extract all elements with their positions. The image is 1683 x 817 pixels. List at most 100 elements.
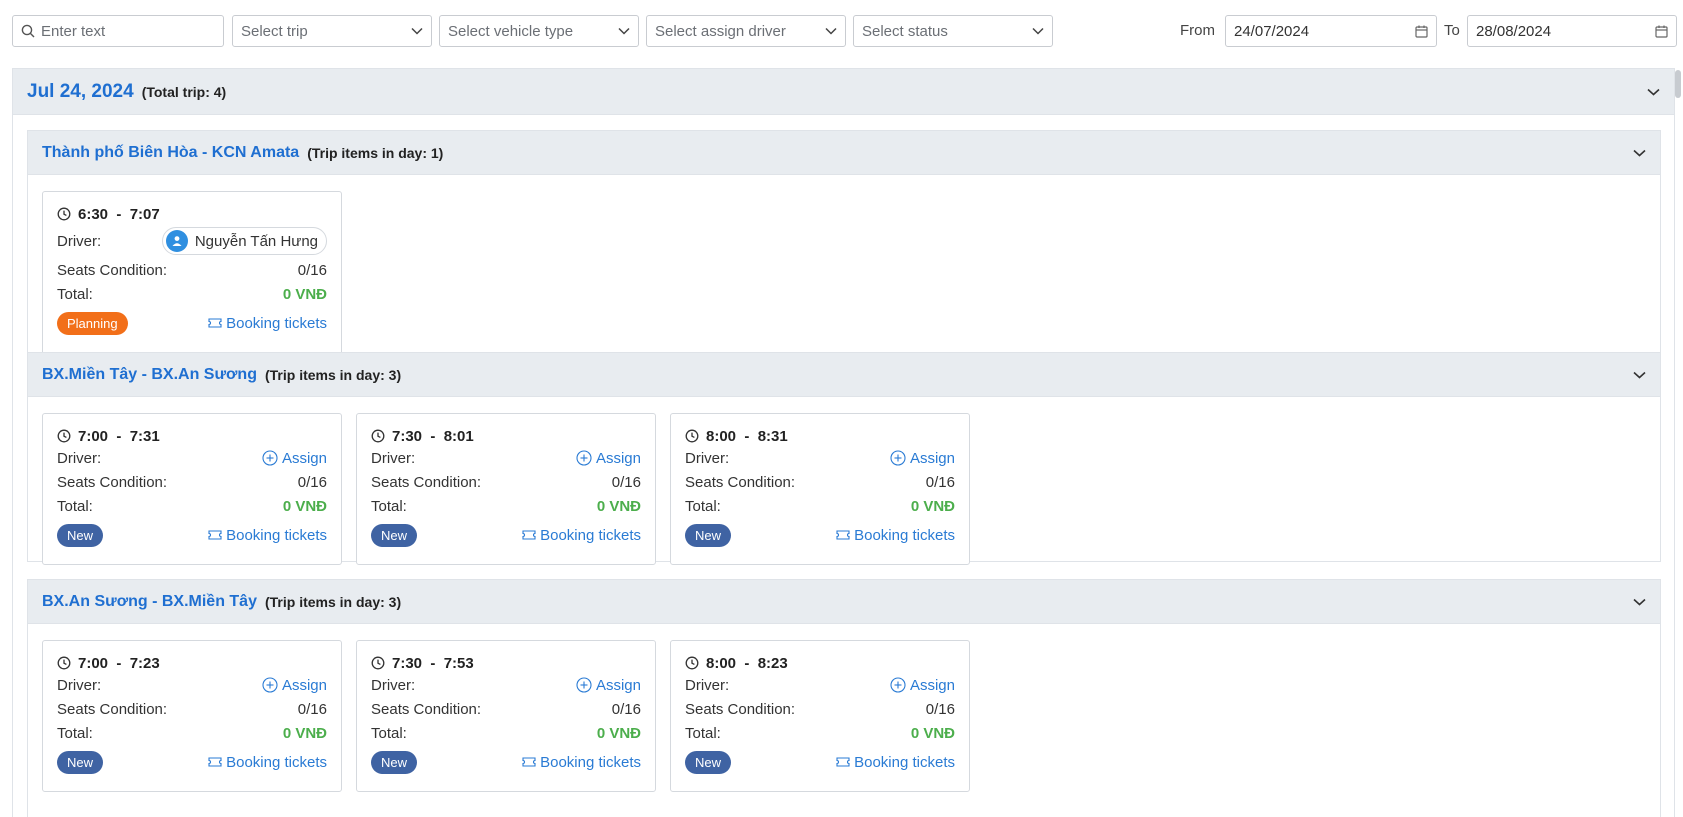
avatar	[165, 230, 188, 252]
trip-start: 7:00	[78, 654, 109, 672]
booking-tickets-link[interactable]: Booking tickets	[836, 754, 955, 771]
ticket-icon	[836, 530, 850, 540]
search-input[interactable]: Enter text	[12, 15, 224, 47]
chevron-down-icon[interactable]	[1633, 149, 1646, 157]
time-separator: -	[430, 427, 436, 445]
booking-tickets-link[interactable]: Booking tickets	[208, 527, 327, 544]
trip-card[interactable]: 7:30 - 7:53 Driver: Assign Seats Conditi…	[356, 640, 656, 792]
trip-card[interactable]: 8:00 - 8:31 Driver: Assign Seats Conditi…	[670, 413, 970, 565]
seats-value: 0/16	[611, 473, 641, 491]
clock-icon	[685, 429, 699, 443]
trip-card[interactable]: 7:30 - 8:01 Driver: Assign Seats Conditi…	[356, 413, 656, 565]
trip-end: 8:23	[757, 654, 788, 672]
trip-card[interactable]: 7:00 - 7:23 Driver: Assign Seats Conditi…	[42, 640, 342, 792]
booking-tickets-label: Booking tickets	[226, 314, 327, 332]
booking-tickets-label: Booking tickets	[226, 526, 327, 544]
route-header[interactable]: Thành phố Biên Hòa - KCN Amata (Trip ite…	[28, 131, 1660, 175]
driver-label: Driver:	[685, 449, 730, 467]
seats-label: Seats Condition:	[685, 700, 796, 718]
plus-circle-icon	[576, 677, 592, 693]
search-placeholder: Enter text	[41, 22, 106, 40]
assign-label: Assign	[909, 449, 955, 467]
status-badge: New	[57, 750, 104, 774]
seats-value: 0/16	[611, 700, 641, 718]
calendar-icon	[1415, 25, 1428, 38]
booking-tickets-link[interactable]: Booking tickets	[522, 527, 641, 544]
status-badge: New	[57, 523, 104, 547]
assign-driver-select[interactable]: Select assign driver	[646, 15, 846, 47]
assign-label: Assign	[595, 449, 641, 467]
seats-value: 0/16	[297, 261, 327, 279]
to-date-input[interactable]: 28/08/2024	[1467, 15, 1677, 47]
seats-value: 0/16	[297, 700, 327, 718]
route-title: BX.Miền Tây - BX.An Sương	[42, 365, 257, 383]
chevron-down-icon[interactable]	[1647, 88, 1660, 96]
booking-tickets-link[interactable]: Booking tickets	[208, 315, 327, 332]
to-label: To	[1444, 22, 1460, 39]
route-trip-count: (Trip items in day: 3)	[264, 366, 402, 383]
clock-icon	[57, 207, 71, 221]
trip-end: 8:31	[757, 427, 788, 445]
total-value: 0 VNĐ	[596, 724, 641, 742]
chevron-down-icon[interactable]	[1633, 598, 1646, 606]
ticket-icon	[208, 530, 222, 540]
assign-driver-button[interactable]: Assign	[890, 450, 955, 467]
vehicle-type-placeholder: Select vehicle type	[448, 22, 574, 40]
chevron-down-icon	[1032, 27, 1044, 35]
trip-card[interactable]: 8:00 - 8:23 Driver: Assign Seats Conditi…	[670, 640, 970, 792]
trip-time: 8:00 - 8:23	[685, 653, 955, 673]
route-title: Thành phố Biên Hòa - KCN Amata	[42, 143, 300, 161]
driver-label: Driver:	[685, 676, 730, 694]
booking-tickets-label: Booking tickets	[540, 753, 641, 771]
day-trip-count: (Total trip: 4)	[141, 83, 227, 100]
route-trip-count: (Trip items in day: 1)	[307, 144, 444, 161]
trip-time: 7:00 - 7:23	[57, 653, 327, 673]
trip-start: 7:30	[392, 427, 423, 445]
from-date-input[interactable]: 24/07/2024	[1225, 15, 1437, 47]
trip-card[interactable]: 6:30 - 7:07 Driver: Nguyễn Tấn Hưng Seat…	[42, 191, 342, 355]
trip-card[interactable]: 7:00 - 7:31 Driver: Assign Seats Conditi…	[42, 413, 342, 565]
booking-tickets-link[interactable]: Booking tickets	[208, 754, 327, 771]
route-panel: BX.An Sương - BX.Miền Tây (Trip items in…	[27, 579, 1661, 817]
booking-tickets-link[interactable]: Booking tickets	[836, 527, 955, 544]
trip-time: 6:30 - 7:07	[57, 204, 327, 224]
trip-end: 7:53	[443, 654, 474, 672]
time-separator: -	[116, 654, 122, 672]
assign-driver-button[interactable]: Assign	[262, 677, 327, 694]
vehicle-type-select[interactable]: Select vehicle type	[439, 15, 639, 47]
search-icon	[21, 24, 35, 38]
day-header[interactable]: Jul 24, 2024 (Total trip: 4)	[13, 69, 1674, 115]
to-date-value: 28/08/2024	[1476, 22, 1552, 40]
total-label: Total:	[57, 497, 93, 515]
driver-label: Driver:	[371, 449, 416, 467]
assign-label: Assign	[281, 676, 327, 694]
assign-driver-button[interactable]: Assign	[262, 450, 327, 467]
chevron-down-icon[interactable]	[1633, 371, 1646, 379]
status-select[interactable]: Select status	[853, 15, 1053, 47]
total-value: 0 VNĐ	[282, 724, 327, 742]
day-panel: Jul 24, 2024 (Total trip: 4) Thành phố B…	[12, 68, 1675, 817]
total-value: 0 VNĐ	[910, 724, 955, 742]
route-header[interactable]: BX.Miền Tây - BX.An Sương (Trip items in…	[28, 353, 1660, 397]
trip-start: 8:00	[706, 654, 737, 672]
total-value: 0 VNĐ	[282, 285, 327, 303]
driver-chip[interactable]: Nguyễn Tấn Hưng	[161, 227, 327, 255]
seats-label: Seats Condition:	[685, 473, 796, 491]
time-separator: -	[116, 427, 122, 445]
assign-driver-button[interactable]: Assign	[890, 677, 955, 694]
route-header[interactable]: BX.An Sương - BX.Miền Tây (Trip items in…	[28, 580, 1660, 624]
time-separator: -	[116, 205, 122, 223]
time-separator: -	[430, 654, 436, 672]
plus-circle-icon	[890, 450, 906, 466]
trip-time: 7:00 - 7:31	[57, 426, 327, 446]
seats-value: 0/16	[925, 700, 955, 718]
seats-label: Seats Condition:	[371, 473, 482, 491]
assign-driver-button[interactable]: Assign	[576, 677, 641, 694]
chevron-down-icon	[825, 27, 837, 35]
scrollbar-thumb[interactable]	[1675, 70, 1681, 98]
assign-driver-button[interactable]: Assign	[576, 450, 641, 467]
trip-select[interactable]: Select trip	[232, 15, 432, 47]
total-label: Total:	[685, 724, 721, 742]
total-label: Total:	[685, 497, 721, 515]
booking-tickets-link[interactable]: Booking tickets	[522, 754, 641, 771]
